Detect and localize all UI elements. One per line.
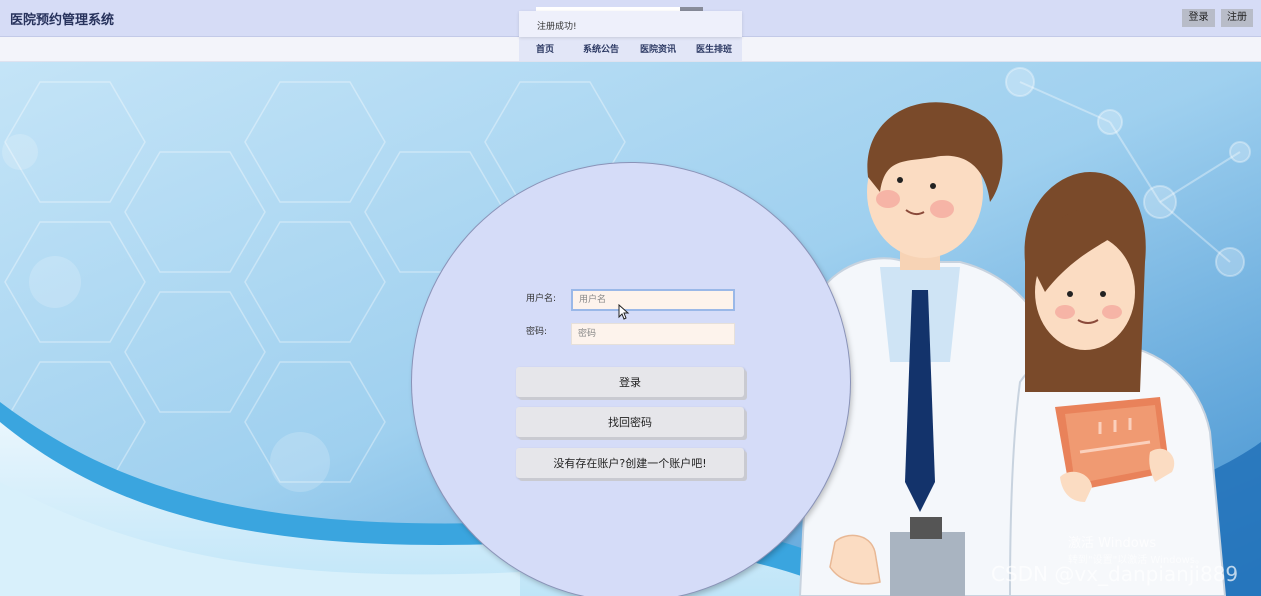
- page: 医院预约管理系统 登录 注册 首页 系统公告 医院资讯 医生排班 注册成功! 用…: [0, 0, 1261, 596]
- mouse-cursor-icon: [618, 304, 630, 320]
- nav-item-home[interactable]: 首页: [536, 42, 554, 55]
- toast-message: 注册成功!: [537, 22, 577, 32]
- password-input[interactable]: [571, 323, 735, 345]
- site-title: 医院预约管理系统: [10, 13, 115, 28]
- nav-bar: 首页 系统公告 医院资讯 医生排班: [0, 37, 1261, 62]
- username-input[interactable]: [571, 289, 735, 311]
- csdn-watermark: CSDN @vx_danpianji889: [991, 562, 1239, 586]
- password-label: 密码:: [526, 327, 548, 337]
- nav-item-doctor-schedule[interactable]: 医生排班: [696, 42, 732, 55]
- windows-activation-title: 激活 Windows: [1068, 536, 1157, 551]
- nav-menu: 首页 系统公告 医院资讯 医生排班: [519, 37, 742, 61]
- nav-item-announcements[interactable]: 系统公告: [583, 42, 619, 55]
- login-button[interactable]: 登录: [516, 367, 744, 397]
- header-register-button[interactable]: 注册: [1221, 9, 1253, 27]
- header-login-button[interactable]: 登录: [1182, 9, 1215, 27]
- forgot-password-button[interactable]: 找回密码: [516, 407, 744, 437]
- nav-item-hospital-news[interactable]: 医院资讯: [640, 42, 676, 55]
- username-label: 用户名:: [526, 294, 557, 304]
- create-account-button[interactable]: 没有存在账户?创建一个账户吧!: [516, 448, 744, 478]
- success-toast: 注册成功!: [519, 11, 742, 37]
